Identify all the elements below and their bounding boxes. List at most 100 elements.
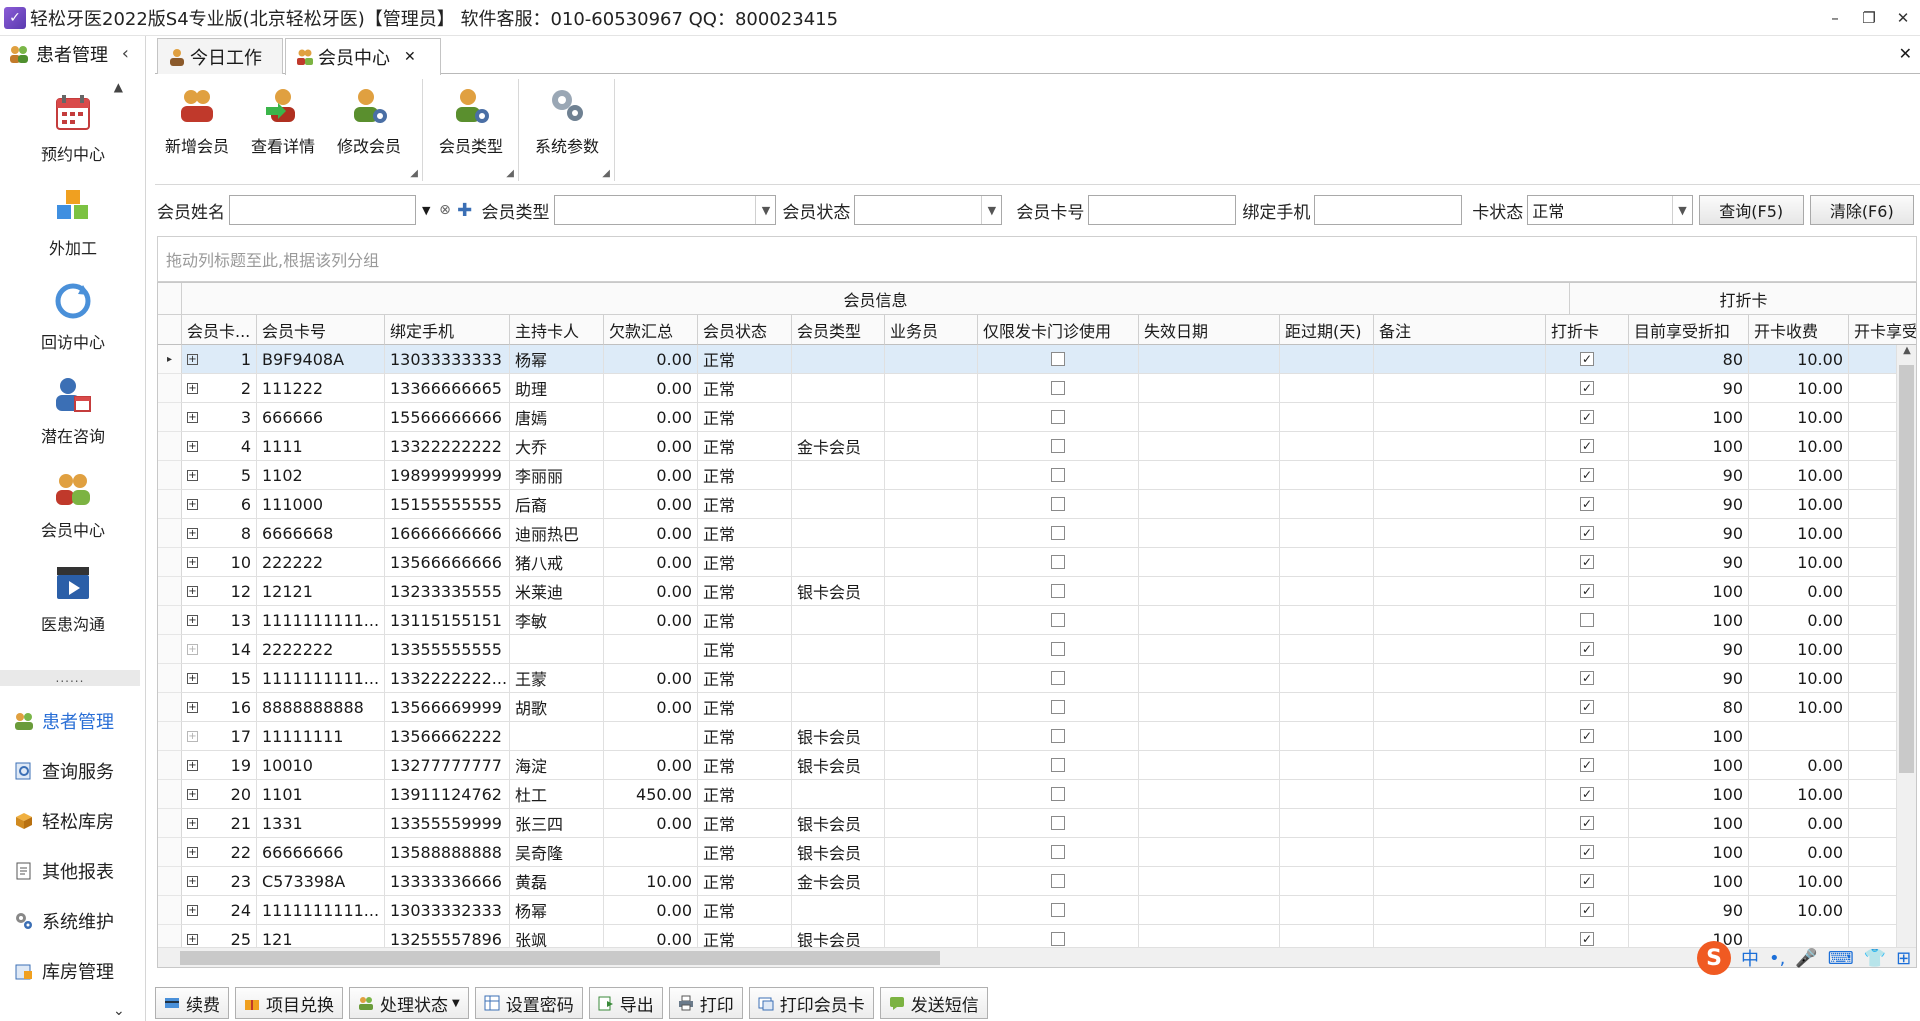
table-cell[interactable] [978,664,1139,693]
checkbox[interactable] [1051,671,1065,685]
nav-member-center[interactable]: 会员中心 [0,458,146,552]
checkbox[interactable] [1051,932,1065,946]
expand-row-icon[interactable]: + [187,904,198,916]
table-cell[interactable]: ✓ [1546,577,1629,606]
checkbox[interactable]: ✓ [1580,932,1594,946]
checkbox[interactable] [1051,439,1065,453]
chevron-down-icon[interactable]: ▼ [755,196,775,224]
checkbox[interactable]: ✓ [1580,352,1594,366]
checkbox[interactable]: ✓ [1580,845,1594,859]
checkbox[interactable]: ✓ [1580,729,1594,743]
row-indicator[interactable] [158,374,182,403]
table-cell[interactable]: ✓ [1546,867,1629,896]
expand-row-icon[interactable]: + [187,556,198,568]
table-cell[interactable] [978,461,1139,490]
expand-row-icon[interactable]: + [187,382,198,394]
chevron-down-icon[interactable]: ▼ [416,195,436,225]
scroll-thumb[interactable] [1899,365,1914,773]
checkbox[interactable] [1051,497,1065,511]
expand-row-icon[interactable]: + [187,353,198,365]
checkbox[interactable]: ✓ [1580,526,1594,540]
checkbox[interactable] [1051,468,1065,482]
checkbox[interactable] [1051,555,1065,569]
table-cell[interactable]: ✓ [1546,345,1629,374]
table-row[interactable]: +3 666666 15566666666 唐嫣 0.00 正常 ✓ 100 10.00 [158,403,1916,432]
table-cell[interactable]: ✓ [1546,838,1629,867]
checkbox[interactable] [1051,758,1065,772]
ime-chinese-mode[interactable]: 中 [1741,945,1759,971]
table-cell[interactable] [978,780,1139,809]
member-type-button[interactable]: 会员类型 [431,79,511,159]
scroll-up-icon[interactable]: ▲ [1897,345,1916,363]
row-indicator[interactable] [158,693,182,722]
table-row[interactable]: +20 1101 13911124762 杜工 450.00 正常 ✓ 100 10.00 [158,780,1916,809]
card-number-input[interactable] [1088,195,1237,225]
row-indicator[interactable] [158,635,182,664]
expand-row-icon[interactable]: + [187,411,198,423]
checkbox[interactable]: ✓ [1580,584,1594,598]
chevron-down-icon[interactable]: ⌄ [113,1003,125,1019]
column-header[interactable]: 绑定手机 [385,315,510,345]
column-header[interactable]: 开卡享受 [1849,315,1916,345]
nav-appointment-center[interactable]: 预约中心 [0,82,146,176]
process-status-button[interactable]: 处理状态 ▼ [349,987,469,1019]
checkbox[interactable] [1051,642,1065,656]
table-cell[interactable] [978,809,1139,838]
checkbox[interactable]: ✓ [1580,671,1594,685]
table-row[interactable]: +13 1111111111... 13115155151 李敏 0.00 正常 100 0.… [158,606,1916,635]
export-button[interactable]: 导出 [588,987,663,1019]
column-header[interactable]: 开卡收费 [1749,315,1849,345]
member-name-input[interactable] [229,195,417,225]
ime-punctuation-icon[interactable]: •, [1769,948,1785,969]
table-cell[interactable]: ✓ [1546,780,1629,809]
table-row[interactable]: +8 6666668 16666666666 迪丽热巴 0.00 正常 ✓ 90 10.00 [158,519,1916,548]
add-member-button[interactable]: 新增会员 [157,79,237,159]
checkbox[interactable] [1051,352,1065,366]
checkbox[interactable]: ✓ [1580,555,1594,569]
dialog-launcher-icon[interactable]: ◢ [410,168,418,179]
expand-row-icon[interactable]: + [187,788,198,800]
nav-query-service[interactable]: 查询服务 [0,746,146,796]
table-cell[interactable] [978,896,1139,925]
table-row[interactable]: +14 2222222 13355555555 正常 ✓ 90 10.00 [158,635,1916,664]
microphone-icon[interactable]: 🎤 [1795,948,1817,969]
table-cell[interactable] [978,345,1139,374]
column-header[interactable]: 业务员 [885,315,978,345]
row-indicator[interactable] [158,838,182,867]
table-row[interactable]: +2 111222 13366666665 助理 0.00 正常 ✓ 90 10.00 [158,374,1916,403]
current-row-indicator-icon[interactable]: ▸ [158,345,182,374]
column-header[interactable]: 目前享受折扣 [1629,315,1749,345]
renew-button[interactable]: 续费 [155,987,229,1019]
dialog-launcher-icon[interactable]: ◢ [602,168,610,179]
chevron-down-icon[interactable]: ▼ [981,196,1001,224]
expand-row-icon[interactable]: + [187,498,198,510]
set-password-button[interactable]: 设置密码 [474,987,583,1019]
table-row[interactable]: +19 10010 13277777777 海淀 0.00 正常 银卡会员 ✓ 100 0.00 [158,751,1916,780]
checkbox[interactable] [1051,410,1065,424]
table-row[interactable]: +16 8888888888 13566669999 胡歌 0.00 正常 ✓ 80 10.00 [158,693,1916,722]
checkbox[interactable] [1051,526,1065,540]
horizontal-scrollbar[interactable] [158,947,1916,967]
row-indicator[interactable] [158,577,182,606]
checkbox[interactable] [1051,787,1065,801]
skin-icon[interactable]: 👕 [1864,948,1886,969]
checkbox[interactable]: ✓ [1580,903,1594,917]
table-cell[interactable]: ✓ [1546,432,1629,461]
clear-button[interactable]: 清除(F6) [1809,195,1915,225]
table-cell[interactable] [978,403,1139,432]
view-details-button[interactable]: 查看详情 [243,79,323,159]
table-row[interactable]: +22 66666666 13588888888 吴奇隆 正常 银卡会员 ✓ 100 0.00 [158,838,1916,867]
row-indicator[interactable] [158,606,182,635]
ime-logo-icon[interactable]: S [1697,941,1731,975]
table-cell[interactable]: ✓ [1546,519,1629,548]
checkbox[interactable] [1580,613,1594,627]
table-row[interactable]: +4 1111 13322222222 大乔 0.00 正常 金卡会员 ✓ 100 10.00 [158,432,1916,461]
table-cell[interactable]: ✓ [1546,403,1629,432]
table-cell[interactable]: ✓ [1546,693,1629,722]
table-cell[interactable] [978,751,1139,780]
table-cell[interactable] [978,722,1139,751]
column-header[interactable]: 主持卡人 [510,315,604,345]
table-row[interactable]: +12 12121 13233335555 米莱迪 0.00 正常 银卡会员 ✓ 100 0.00 [158,577,1916,606]
expand-row-icon[interactable]: + [187,933,198,945]
table-cell[interactable]: ✓ [1546,664,1629,693]
